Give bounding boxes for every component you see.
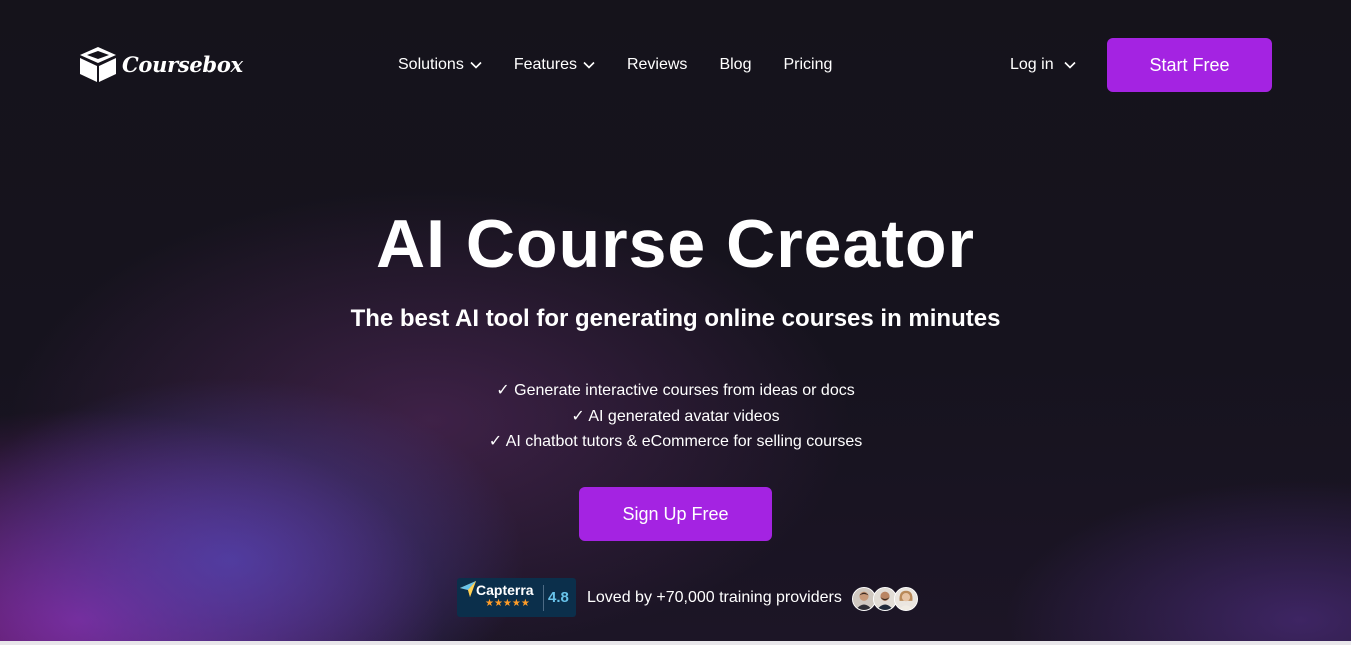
login-label: Log in (1010, 56, 1054, 73)
chevron-down-icon (470, 61, 482, 69)
social-proof-text: Loved by +70,000 training providers (587, 589, 842, 606)
user-avatar-icon (894, 587, 918, 611)
brand-logo[interactable]: Coursebox (78, 45, 243, 83)
nav-item-pricing[interactable]: Pricing (783, 55, 832, 75)
chevron-down-icon (583, 61, 595, 69)
capterra-arrow-icon (460, 581, 476, 597)
nav-item-label: Reviews (626, 56, 688, 73)
nav-item-solutions[interactable]: Solutions (398, 55, 482, 75)
main-nav: Solutions Features Reviews Blog Pricing (398, 55, 832, 75)
hero-subtitle: The best AI tool for generating online c… (350, 305, 1001, 332)
site-header: Coursebox Solutions Features Reviews Blo… (0, 0, 1351, 130)
nav-item-reviews[interactable]: Reviews (627, 55, 687, 75)
login-menu[interactable]: Log in (1010, 56, 1076, 74)
chevron-down-icon (1064, 61, 1076, 69)
hero-title: AI Course Creator (376, 206, 975, 282)
nav-item-label: Solutions (398, 56, 464, 73)
capterra-name: Capterra (476, 582, 534, 598)
capterra-wordmark: Capterra ★★★★★ (476, 582, 542, 610)
capterra-score: 4.8 (548, 589, 569, 606)
sign-up-free-button[interactable]: Sign Up Free (579, 487, 772, 541)
nav-item-label: Features (513, 56, 577, 73)
feature-list: ✓ Generate interactive courses from idea… (0, 381, 1351, 458)
nav-item-features[interactable]: Features (514, 55, 595, 75)
feature-item: ✓ Generate interactive courses from idea… (496, 382, 855, 399)
brand-name: Coursebox (122, 51, 243, 77)
nav-item-blog[interactable]: Blog (719, 55, 751, 75)
nav-item-label: Blog (719, 56, 752, 73)
feature-item: ✓ AI generated avatar videos (571, 407, 780, 425)
open-box-icon (80, 47, 116, 82)
start-free-button[interactable]: Start Free (1107, 38, 1272, 92)
avatar-group (852, 587, 918, 611)
feature-item: ✓ AI chatbot tutors & eCommerce for sell… (488, 433, 863, 450)
page-bottom-edge (0, 641, 1351, 645)
nav-item-label: Pricing (783, 56, 833, 73)
badge-divider (543, 585, 544, 611)
capterra-badge[interactable]: Capterra ★★★★★ 4.8 (457, 578, 576, 617)
star-rating-icon: ★★★★★ (485, 598, 530, 609)
